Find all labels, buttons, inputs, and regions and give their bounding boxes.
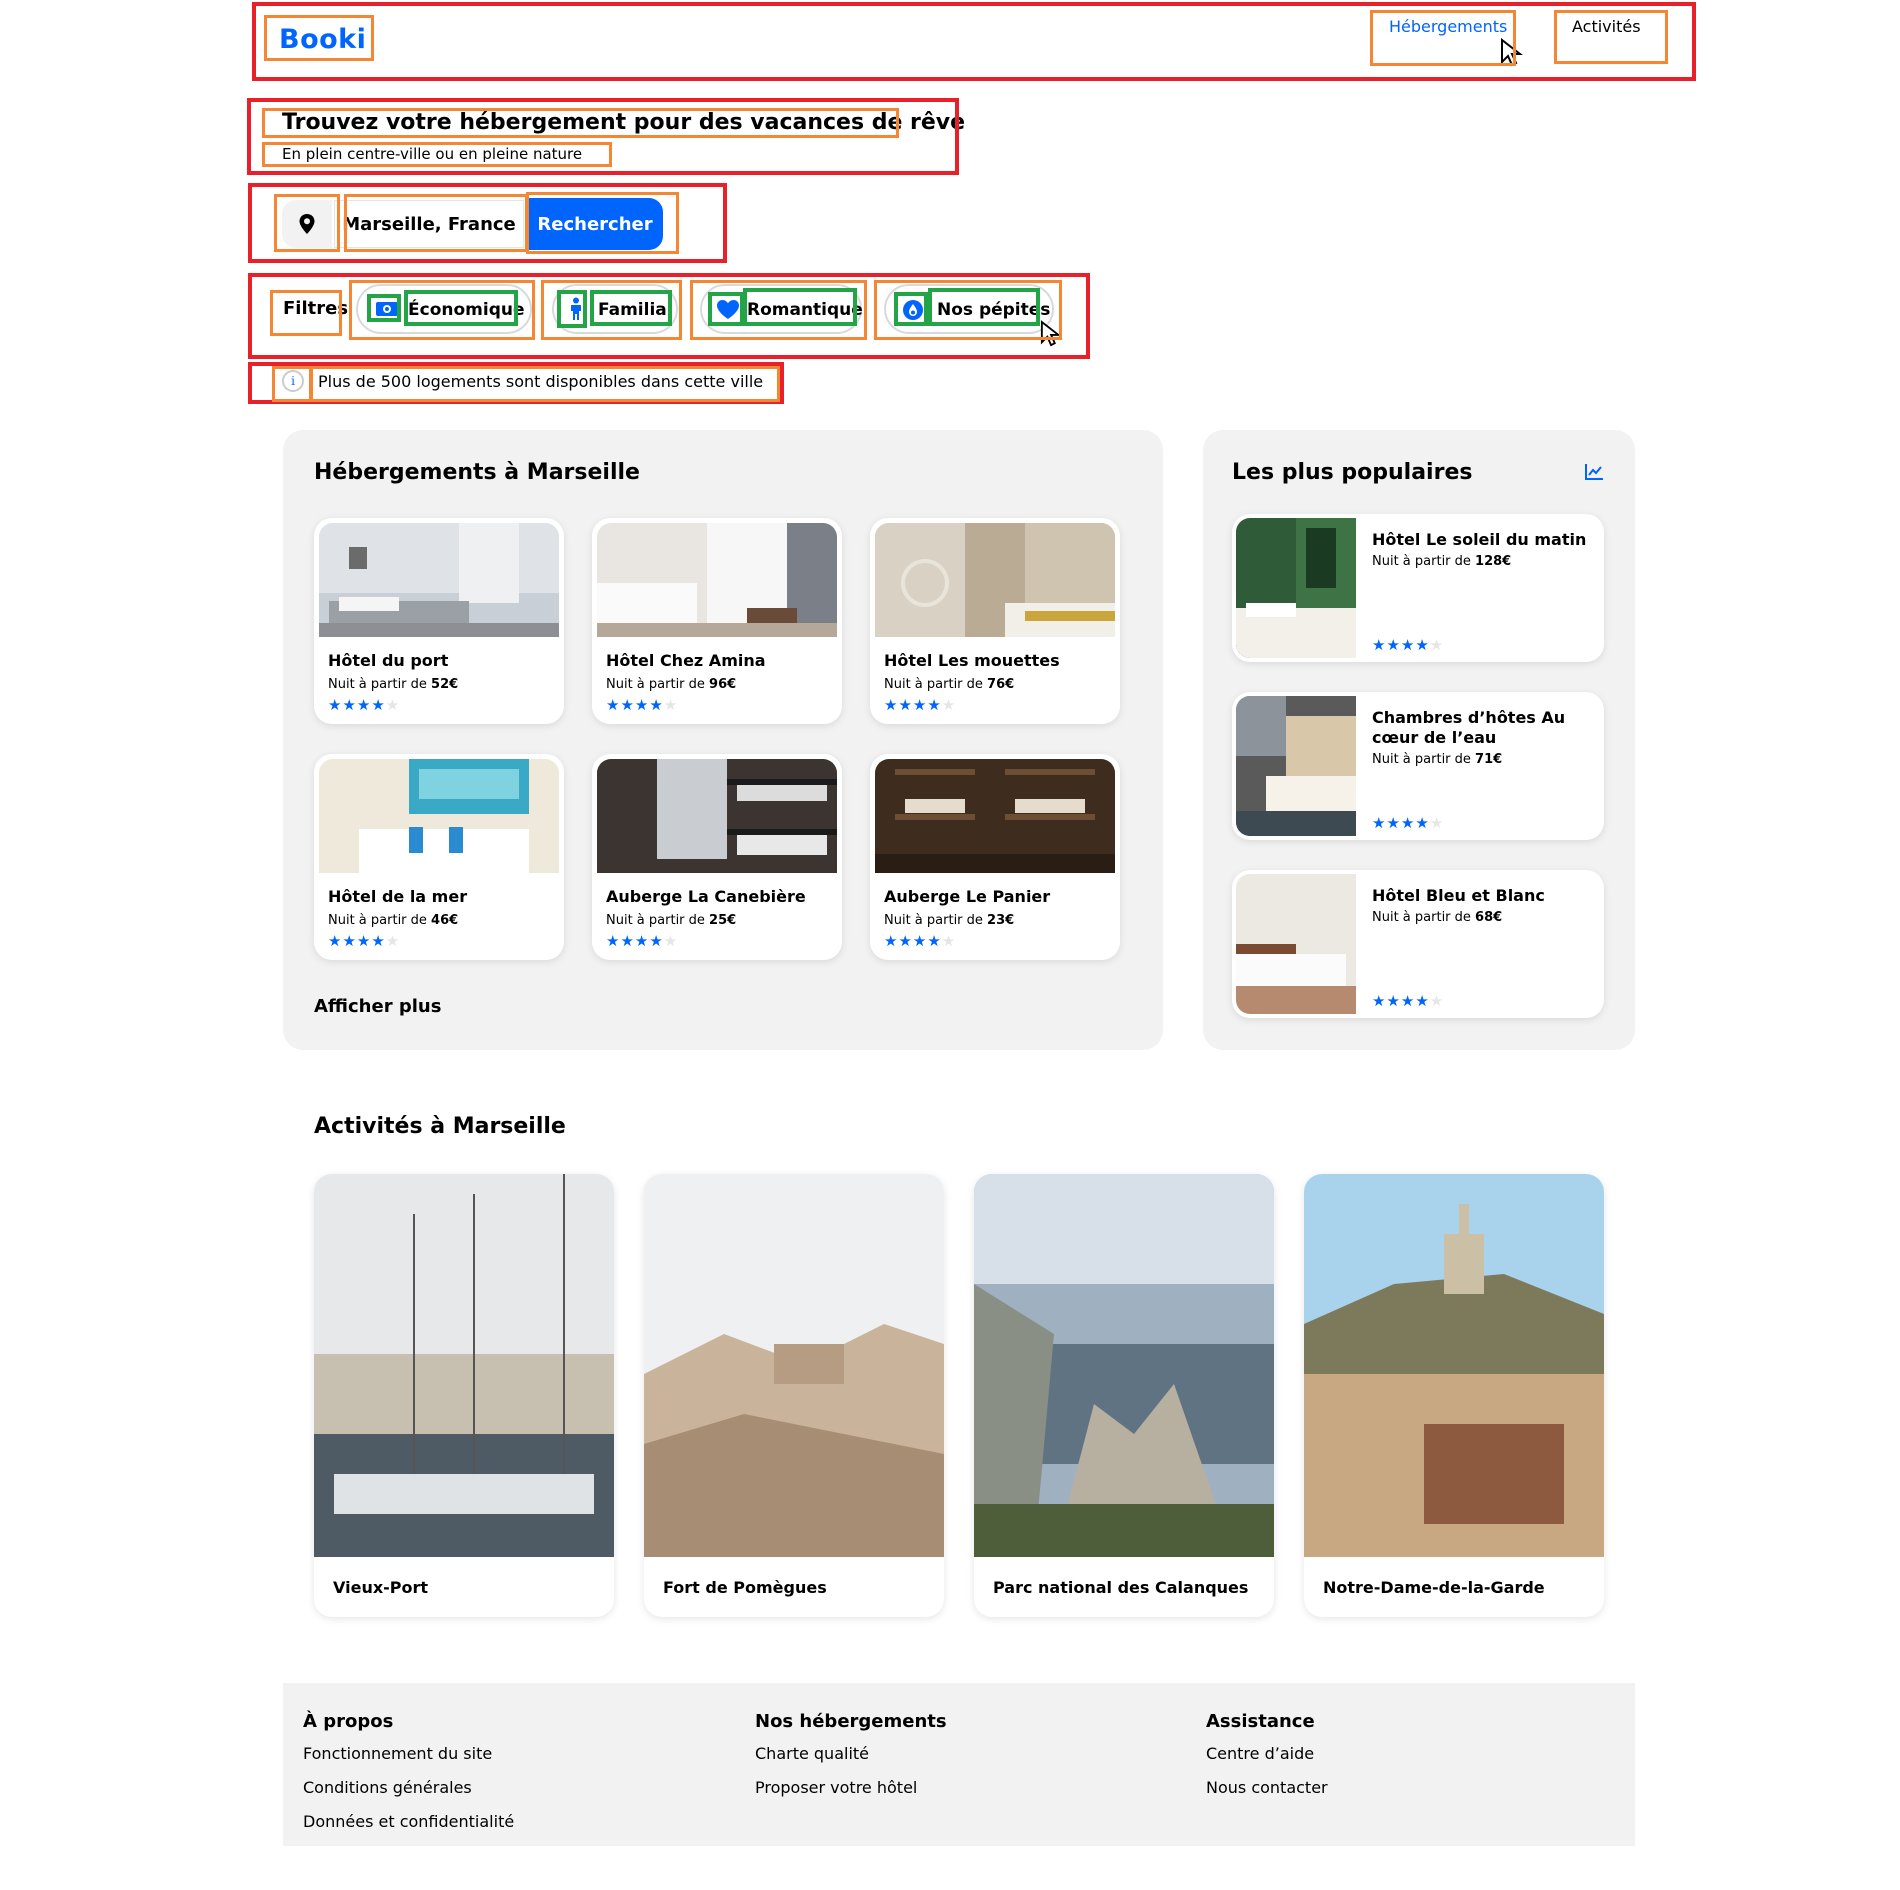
activity-card[interactable]: Fort de Pomègues: [644, 1174, 944, 1617]
trend-chart-icon: [1585, 464, 1603, 480]
accommodation-image: [875, 523, 1115, 637]
popular-price: Nuit à partir de 68€: [1372, 910, 1503, 925]
annotation-box-search-input: [344, 194, 528, 252]
annotation-box-chip-label: [404, 290, 518, 326]
rating-stars: ★★★★★: [884, 932, 957, 950]
rating-stars: ★★★★★: [328, 696, 401, 714]
accommodation-card[interactable]: Hôtel de la mer Nuit à partir de 46€ ★★★…: [314, 754, 564, 960]
accommodation-name: Hôtel de la mer: [328, 887, 468, 906]
accommodation-price: Nuit à partir de 25€: [606, 913, 737, 928]
footer-link[interactable]: Fonctionnement du site: [303, 1744, 492, 1763]
popular-name: Chambres d’hôtes Au cœur de l’eau: [1372, 708, 1566, 747]
accommodation-card[interactable]: Hôtel du port Nuit à partir de 52€ ★★★★★: [314, 518, 564, 724]
accommodations-title: Hébergements à Marseille: [314, 460, 640, 485]
rating-stars: ★★★★★: [1372, 636, 1445, 654]
footer-link[interactable]: Proposer votre hôtel: [755, 1778, 917, 1797]
annotation-box-chip-label: [590, 290, 672, 326]
accommodation-image: [319, 523, 559, 637]
popular-card[interactable]: Hôtel Bleu et Blanc Nuit à partir de 68€…: [1232, 870, 1604, 1018]
accommodation-price: Nuit à partir de 76€: [884, 677, 1015, 692]
accommodation-name: Auberge Le Panier: [884, 887, 1051, 906]
accommodation-name: Hôtel Les mouettes: [884, 651, 1060, 670]
footer-column-title: Nos hébergements: [755, 1711, 947, 1732]
annotation-box-logo: [264, 15, 374, 61]
popular-image: [1236, 696, 1356, 836]
annotation-box-search-icon: [274, 194, 340, 252]
popular-title: Les plus populaires: [1232, 460, 1473, 485]
footer-link[interactable]: Conditions générales: [303, 1778, 472, 1797]
footer-link[interactable]: Charte qualité: [755, 1744, 869, 1763]
accommodation-image: [875, 759, 1115, 873]
rating-stars: ★★★★★: [884, 696, 957, 714]
annotation-box-title: [262, 108, 899, 138]
annotation-box-chip-label: [928, 288, 1040, 326]
accommodation-name: Auberge La Canebière: [606, 887, 806, 906]
popular-price: Nuit à partir de 71€: [1372, 752, 1503, 767]
accommodation-card[interactable]: Auberge La Canebière Nuit à partir de 25…: [592, 754, 842, 960]
annotation-box-chip-icon: [708, 292, 744, 326]
footer-link[interactable]: Centre d’aide: [1206, 1744, 1314, 1763]
footer-column-title: À propos: [303, 1711, 394, 1732]
annotation-box-filters-label: [270, 290, 342, 336]
annotation-box-info-icon: [272, 366, 312, 402]
activity-image: [1304, 1174, 1604, 1557]
rating-stars: ★★★★★: [328, 932, 401, 950]
activity-name: Vieux-Port: [333, 1578, 429, 1597]
footer-link[interactable]: Nous contacter: [1206, 1778, 1328, 1797]
accommodation-card[interactable]: Hôtel Chez Amina Nuit à partir de 96€ ★★…: [592, 518, 842, 724]
annotation-box-chip-icon: [557, 290, 587, 328]
annotation-box-chip-label: [743, 288, 857, 326]
activity-card[interactable]: Notre-Dame-de-la-Garde: [1304, 1174, 1604, 1617]
accommodation-card[interactable]: Hôtel Les mouettes Nuit à partir de 76€ …: [870, 518, 1120, 724]
activity-image: [644, 1174, 944, 1557]
activity-card[interactable]: Vieux-Port: [314, 1174, 614, 1617]
popular-card[interactable]: Chambres d’hôtes Au cœur de l’eau Nuit à…: [1232, 692, 1604, 840]
annotation-box-chip-icon: [367, 294, 401, 322]
activity-card[interactable]: Parc national des Calanques: [974, 1174, 1274, 1617]
accommodation-image: [597, 523, 837, 637]
rating-stars: ★★★★★: [606, 932, 679, 950]
footer-link[interactable]: Données et confidentialité: [303, 1812, 514, 1831]
annotation-box-chip-icon: [894, 292, 928, 326]
annotation-box-subtitle: [262, 142, 612, 167]
accommodation-price: Nuit à partir de 46€: [328, 913, 459, 928]
activity-image: [974, 1174, 1274, 1557]
activity-name: Fort de Pomègues: [663, 1578, 827, 1597]
popular-image: [1236, 518, 1356, 658]
activity-name: Notre-Dame-de-la-Garde: [1323, 1578, 1545, 1597]
popular-image: [1236, 874, 1356, 1014]
rating-stars: ★★★★★: [1372, 992, 1445, 1010]
annotation-box-info-text: [310, 366, 780, 402]
activity-name: Parc national des Calanques: [993, 1578, 1249, 1597]
popular-name: Hôtel Bleu et Blanc: [1372, 886, 1545, 905]
accommodation-image: [319, 759, 559, 873]
popular-card[interactable]: Hôtel Le soleil du matin Nuit à partir d…: [1232, 514, 1604, 662]
annotation-box-search-button: [526, 192, 679, 254]
accommodation-image: [597, 759, 837, 873]
accommodation-price: Nuit à partir de 23€: [884, 913, 1015, 928]
accommodation-price: Nuit à partir de 52€: [328, 677, 459, 692]
activities-title: Activités à Marseille: [314, 1114, 566, 1139]
rating-stars: ★★★★★: [606, 696, 679, 714]
footer-column-title: Assistance: [1206, 1711, 1315, 1732]
activity-image: [314, 1174, 614, 1557]
accommodation-name: Hôtel du port: [328, 651, 449, 670]
accommodation-price: Nuit à partir de 96€: [606, 677, 737, 692]
popular-name: Hôtel Le soleil du matin: [1372, 530, 1587, 549]
accommodation-name: Hôtel Chez Amina: [606, 651, 766, 670]
show-more-link[interactable]: Afficher plus: [314, 996, 441, 1017]
popular-price: Nuit à partir de 128€: [1372, 554, 1512, 569]
accommodation-card[interactable]: Auberge Le Panier Nuit à partir de 23€ ★…: [870, 754, 1120, 960]
annotation-box-nav: [1370, 10, 1516, 66]
rating-stars: ★★★★★: [1372, 814, 1445, 832]
annotation-box-nav: [1554, 10, 1668, 64]
